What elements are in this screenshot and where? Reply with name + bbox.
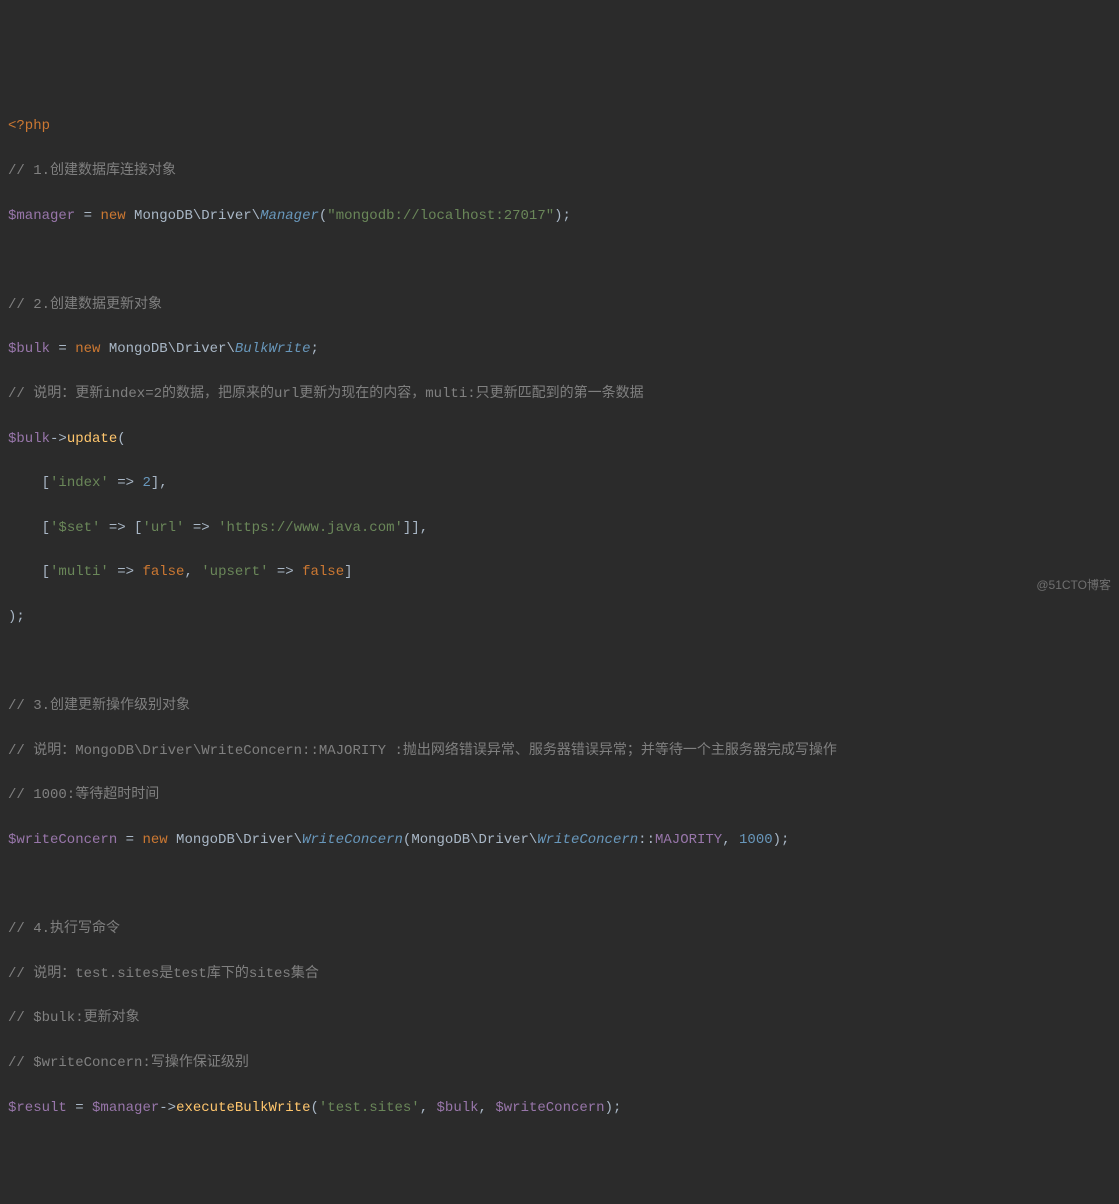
code-line: ['multi' => false, 'upsert' => false] bbox=[8, 561, 1111, 583]
php-open-tag: <?php bbox=[8, 118, 50, 134]
code-line: $bulk = new MongoDB\Driver\BulkWrite; bbox=[8, 338, 1111, 360]
code-line: // 1000:等待超时时间 bbox=[8, 784, 1111, 806]
class-name: BulkWrite bbox=[235, 341, 311, 357]
blank-line bbox=[8, 1186, 1111, 1204]
blank-line bbox=[8, 249, 1111, 271]
variable: $result bbox=[8, 1100, 67, 1116]
variable: $bulk bbox=[8, 431, 50, 447]
variable: $manager bbox=[92, 1100, 159, 1116]
method-call: executeBulkWrite bbox=[176, 1100, 310, 1116]
comment: // 说明：更新index=2的数据，把原来的url更新为现在的内容，multi… bbox=[8, 386, 644, 402]
variable: $writeConcern bbox=[8, 832, 117, 848]
blank-line bbox=[8, 1141, 1111, 1163]
keyword-new: new bbox=[142, 832, 176, 848]
code-line: // $bulk:更新对象 bbox=[8, 1007, 1111, 1029]
variable: $manager bbox=[8, 208, 75, 224]
blank-line bbox=[8, 874, 1111, 896]
code-line: ); bbox=[8, 606, 1111, 628]
keyword-new: new bbox=[75, 341, 109, 357]
comment: // 说明：test.sites是test库下的sites集合 bbox=[8, 966, 319, 982]
variable: $bulk bbox=[437, 1100, 479, 1116]
code-line: ['index' => 2], bbox=[8, 472, 1111, 494]
comment: // 说明：MongoDB\Driver\WriteConcern::MAJOR… bbox=[8, 743, 837, 759]
keyword-new: new bbox=[100, 208, 134, 224]
code-line: $bulk->update( bbox=[8, 428, 1111, 450]
comment: // $bulk:更新对象 bbox=[8, 1010, 140, 1026]
variable: $writeConcern bbox=[495, 1100, 604, 1116]
code-editor: <?php // 1.创建数据库连接对象 $manager = new Mong… bbox=[8, 93, 1111, 1204]
class-name: WriteConcern bbox=[302, 832, 403, 848]
blank-line bbox=[8, 651, 1111, 673]
comment: // 1000:等待超时时间 bbox=[8, 787, 159, 803]
class-name: Manager bbox=[260, 208, 319, 224]
code-line: // 4.执行写命令 bbox=[8, 918, 1111, 940]
watermark: @51CTO博客 bbox=[1036, 574, 1111, 596]
code-line: ['$set' => ['url' => 'https://www.java.c… bbox=[8, 517, 1111, 539]
code-line: // 3.创建更新操作级别对象 bbox=[8, 695, 1111, 717]
comment: // 1.创建数据库连接对象 bbox=[8, 163, 176, 179]
code-line: // 说明：更新index=2的数据，把原来的url更新为现在的内容，multi… bbox=[8, 383, 1111, 405]
constant: MAJORITY bbox=[655, 832, 722, 848]
code-line: // 2.创建数据更新对象 bbox=[8, 294, 1111, 316]
comment: // $writeConcern:写操作保证级别 bbox=[8, 1055, 249, 1071]
code-line: <?php bbox=[8, 115, 1111, 137]
code-line: // 说明：test.sites是test库下的sites集合 bbox=[8, 963, 1111, 985]
comment: // 4.执行写命令 bbox=[8, 921, 120, 937]
comment: // 2.创建数据更新对象 bbox=[8, 297, 162, 313]
code-line: $writeConcern = new MongoDB\Driver\Write… bbox=[8, 829, 1111, 851]
code-line: // 说明：MongoDB\Driver\WriteConcern::MAJOR… bbox=[8, 740, 1111, 762]
code-line: // 1.创建数据库连接对象 bbox=[8, 160, 1111, 182]
class-name: WriteConcern bbox=[537, 832, 638, 848]
code-line: // $writeConcern:写操作保证级别 bbox=[8, 1052, 1111, 1074]
method-call: update bbox=[67, 431, 117, 447]
comment: // 3.创建更新操作级别对象 bbox=[8, 698, 190, 714]
string-literal: "mongodb://localhost:27017" bbox=[327, 208, 554, 224]
variable: $bulk bbox=[8, 341, 50, 357]
code-line: $manager = new MongoDB\Driver\Manager("m… bbox=[8, 205, 1111, 227]
code-line: $result = $manager->executeBulkWrite('te… bbox=[8, 1097, 1111, 1119]
